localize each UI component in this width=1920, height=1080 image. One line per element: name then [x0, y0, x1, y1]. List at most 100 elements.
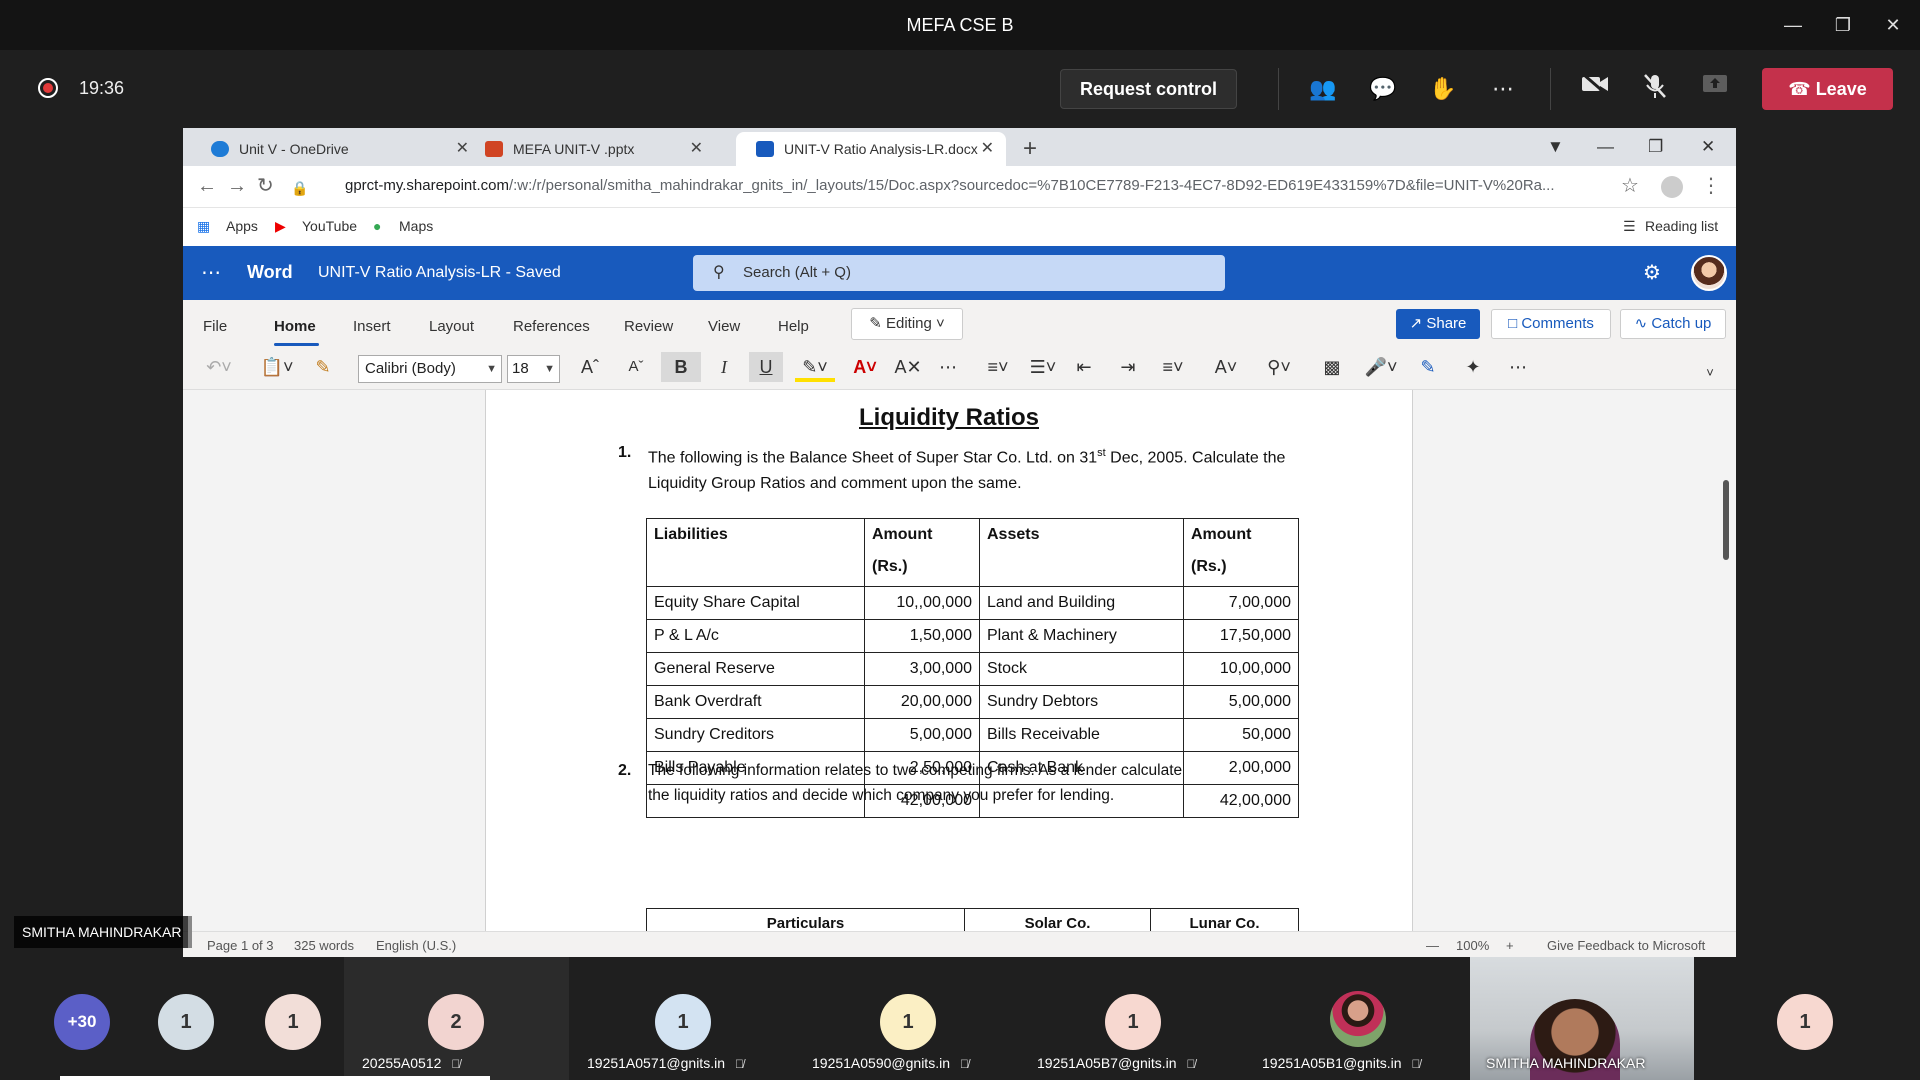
star-icon[interactable]: ☆ [1621, 174, 1639, 198]
participant-tile[interactable]: 1 19251A0571@gnits.in 🎙̸ [569, 957, 794, 1080]
editor-pen-icon[interactable]: ✎ [1413, 352, 1443, 382]
tab-file[interactable]: File [203, 318, 227, 335]
tab-help[interactable]: Help [778, 318, 809, 335]
bold-icon[interactable]: B [661, 352, 701, 382]
presenter-video[interactable]: SMITHA MAHINDRAKAR [1470, 957, 1694, 1080]
share-icon[interactable] [1698, 72, 1732, 106]
language[interactable]: English (U.S.) [376, 938, 456, 953]
grow-font-icon[interactable]: Aˆ [575, 352, 605, 382]
chevron-down-icon[interactable]: ˅ [1698, 358, 1722, 388]
decrease-indent-icon[interactable]: ⇤ [1069, 352, 1099, 382]
forward-icon[interactable]: → [227, 174, 247, 198]
editing-mode-button[interactable]: ✎ Editing ˅ [851, 308, 963, 340]
participant-tile[interactable]: 1 19251A05B7@gnits.in 🎙̸ [1019, 957, 1244, 1080]
tab-references[interactable]: References [513, 318, 590, 335]
tab-search-icon[interactable]: ▼ [1547, 132, 1564, 162]
editor-icon[interactable]: ▩ [1317, 352, 1347, 382]
paste-icon[interactable]: 📋˅ [257, 352, 297, 382]
participant-tile[interactable]: +30 [0, 957, 120, 1080]
url-field[interactable]: gprct-my.sharepoint.com/:w:/r/personal/s… [345, 177, 1555, 194]
font-size-select[interactable]: 18 ▼ [507, 355, 560, 383]
reload-icon[interactable]: ↻ [257, 174, 274, 198]
tab-onedrive[interactable]: Unit V - OneDrive ✕ [191, 132, 481, 166]
catch-up-button[interactable]: ∿ Catch up [1620, 309, 1726, 339]
mic-off-icon[interactable] [1638, 72, 1672, 106]
participant-tile[interactable]: 1 [1694, 957, 1920, 1080]
document-title[interactable]: UNIT-V Ratio Analysis-LR - Saved [318, 264, 561, 282]
feedback-link[interactable]: Give Feedback to Microsoft [1547, 938, 1705, 953]
tab-insert[interactable]: Insert [353, 318, 391, 335]
page-count[interactable]: Page 1 of 3 [207, 938, 274, 953]
participant-tile[interactable]: 19251A05B1@gnits.in 🎙̸ [1244, 957, 1469, 1080]
italic-icon[interactable]: I [709, 352, 739, 382]
shrink-font-icon[interactable]: Aˇ [621, 352, 651, 382]
highlight-icon[interactable]: ✎˅ [795, 352, 835, 382]
app-launcher-icon[interactable]: ⋯ [201, 260, 221, 285]
new-tab-icon[interactable]: + [1023, 134, 1037, 164]
overflow-count[interactable]: +30 [54, 994, 110, 1050]
share-button[interactable]: ↗ Share [1396, 309, 1480, 339]
more-icon[interactable]: ⋯ [1503, 352, 1533, 382]
more-icon[interactable]: ⋯ [1486, 72, 1520, 106]
participant-tile[interactable]: 2 20255A0512 🎙̸ [344, 957, 569, 1080]
search-input[interactable]: ⚲ Search (Alt + Q) [693, 255, 1225, 291]
minimize-icon[interactable]: — [1597, 132, 1614, 162]
minimize-icon[interactable]: — [1778, 10, 1808, 40]
dictate-icon[interactable]: 🎤˅ [1361, 352, 1401, 382]
apps-icon[interactable]: ▦ [197, 218, 210, 235]
underline-icon[interactable]: U [749, 352, 783, 382]
styles-icon[interactable]: A˅ [1206, 352, 1246, 382]
avatar[interactable] [1691, 255, 1727, 291]
close-icon[interactable]: ✕ [1701, 132, 1715, 162]
restore-icon[interactable]: ❐ [1648, 132, 1663, 162]
participant-tile[interactable]: 1 [120, 957, 230, 1080]
tab-docx[interactable]: UNIT-V Ratio Analysis-LR.docx ✕ [736, 132, 1006, 166]
zoom-out-icon[interactable]: — [1426, 938, 1439, 953]
undo-icon[interactable]: ↶˅ [199, 352, 239, 382]
tab-pptx[interactable]: MEFA UNIT-V .pptx ✕ [465, 132, 715, 166]
numbering-icon[interactable]: ☰˅ [1023, 352, 1063, 382]
leave-button[interactable]: ☎ Leave [1762, 68, 1893, 110]
tab-home[interactable]: Home [274, 318, 316, 335]
back-icon[interactable]: ← [197, 174, 217, 198]
word-count[interactable]: 325 words [294, 938, 354, 953]
vertical-scrollbar[interactable] [1723, 480, 1729, 560]
close-icon[interactable]: ✕ [1878, 10, 1908, 40]
tab-view[interactable]: View [708, 318, 740, 335]
font-color-icon[interactable]: A˅ [845, 352, 885, 382]
tab-layout[interactable]: Layout [429, 318, 474, 335]
bookmark-maps[interactable]: Maps [399, 218, 433, 234]
menu-icon[interactable]: ⋮ [1701, 174, 1721, 198]
format-painter-icon[interactable]: ✎ [311, 352, 335, 382]
bookmark-youtube[interactable]: YouTube [302, 218, 357, 234]
close-icon[interactable]: ✕ [981, 132, 994, 166]
clear-format-icon[interactable]: A✕ [893, 352, 923, 382]
people-icon[interactable]: 👥 [1306, 72, 1340, 106]
participant-tile[interactable]: 1 [230, 957, 340, 1080]
restore-icon[interactable]: ❐ [1828, 10, 1858, 40]
camera-off-icon[interactable] [1578, 72, 1612, 106]
font-name-select[interactable]: Calibri (Body) ▼ [358, 355, 502, 383]
reading-list[interactable]: Reading list [1645, 218, 1718, 234]
increase-indent-icon[interactable]: ⇥ [1113, 352, 1143, 382]
bookmark-apps[interactable]: Apps [226, 218, 258, 234]
close-icon[interactable]: ✕ [690, 132, 703, 166]
app-name[interactable]: Word [247, 262, 293, 283]
react-icon[interactable]: ✋ [1426, 72, 1460, 106]
designer-icon[interactable]: ✦ [1458, 352, 1488, 382]
participant-tile[interactable]: 1 19251A0590@gnits.in 🎙̸ [794, 957, 1019, 1080]
request-control-button[interactable]: Request control [1060, 69, 1237, 109]
comments-button[interactable]: □ Comments [1491, 309, 1611, 339]
settings-icon[interactable]: ⚙ [1643, 260, 1661, 285]
tab-review[interactable]: Review [624, 318, 673, 335]
zoom-level[interactable]: 100% [1456, 938, 1489, 953]
more-icon[interactable]: ⋯ [933, 352, 963, 382]
profile-icon[interactable] [1661, 176, 1683, 198]
find-icon[interactable]: ⚲˅ [1259, 352, 1299, 382]
chat-icon[interactable]: 💬 [1366, 72, 1400, 106]
zoom-in-icon[interactable]: + [1506, 938, 1514, 953]
document-page[interactable]: Liquidity Ratios 1. The following is the… [485, 390, 1413, 931]
align-icon[interactable]: ≡˅ [1153, 352, 1193, 382]
bullets-icon[interactable]: ≡˅ [978, 352, 1018, 382]
lock-icon[interactable]: 🔒 [291, 176, 308, 200]
